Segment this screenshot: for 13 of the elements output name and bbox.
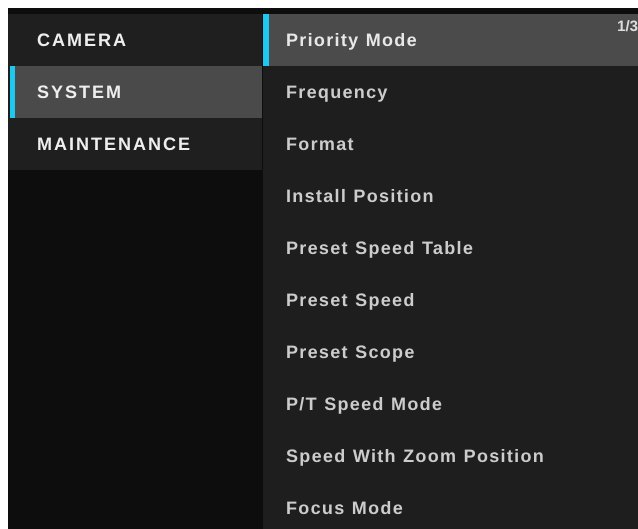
category-item[interactable]: MAINTENANCE bbox=[10, 118, 262, 170]
page-indicator: 1/3 bbox=[617, 18, 638, 35]
menu-item[interactable]: Install Position bbox=[263, 170, 638, 222]
menu-item[interactable]: Speed With Zoom Position bbox=[263, 430, 638, 482]
menu-item[interactable]: Frequency bbox=[263, 66, 638, 118]
menu-item[interactable]: Format bbox=[263, 118, 638, 170]
menu-item[interactable]: P/T Speed Mode bbox=[263, 378, 638, 430]
menu-item[interactable]: Focus Mode bbox=[263, 482, 638, 529]
menu-item[interactable]: Preset Speed Table bbox=[263, 222, 638, 274]
category-item[interactable]: SYSTEM bbox=[10, 66, 262, 118]
menu-item[interactable]: Preset Scope bbox=[263, 326, 638, 378]
menu-item[interactable]: Preset Speed bbox=[263, 274, 638, 326]
category-item[interactable]: CAMERA bbox=[10, 14, 262, 66]
